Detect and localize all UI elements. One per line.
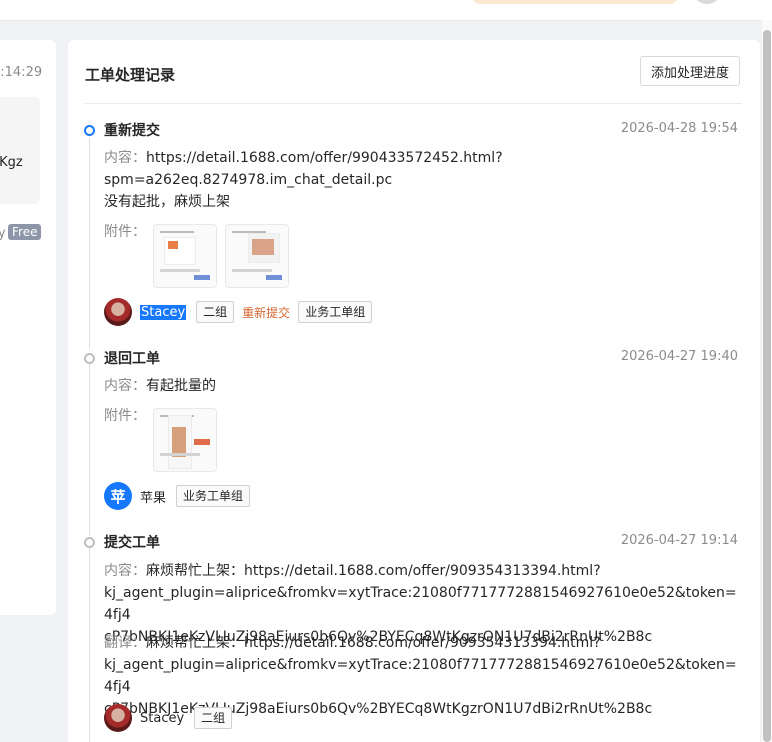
attachment-label: 附件：	[104, 408, 146, 424]
content-line: spm=a262eq.8274978.im_chat_detail.pc	[104, 172, 393, 188]
content-line: 有起批量的	[146, 378, 216, 394]
attachment-label: 附件：	[104, 224, 146, 240]
timeline-dot	[84, 537, 95, 548]
user-avatar	[104, 298, 132, 326]
user-name[interactable]: 苹果	[140, 487, 166, 506]
entry-content: 内容：有起批量的	[104, 375, 744, 397]
add-progress-button[interactable]: 添加处理进度	[640, 56, 740, 86]
entry-title: 退回工单	[104, 351, 160, 367]
left-time: 9:14:29	[0, 65, 43, 80]
entry-title: 提交工单	[104, 535, 160, 551]
entry-time: 2026-04-27 19:40	[620, 349, 738, 364]
user-name[interactable]: Stacey	[140, 711, 184, 726]
header-avatar[interactable]	[692, 0, 722, 4]
group-tag: 二组	[194, 707, 233, 729]
entry-title: 重新提交	[104, 123, 160, 139]
left-tag-fragment: y	[0, 226, 6, 241]
attachment-thumbnail[interactable]	[153, 408, 217, 472]
content-line: kj_agent_plugin=aliprice&fromkv=xytTrace…	[104, 585, 737, 623]
content-line: https://detail.1688.com/offer/9904335724…	[146, 150, 503, 166]
timeline-line	[89, 362, 90, 536]
attachment-thumbnail[interactable]	[153, 224, 217, 288]
user-row: Stacey 二组	[104, 704, 240, 732]
left-text-box	[0, 97, 40, 204]
group-tag: 业务工单组	[176, 485, 251, 507]
panel-title: 工单处理记录	[85, 66, 176, 84]
top-header	[0, 0, 772, 21]
entry-time: 2026-04-27 19:14	[620, 533, 738, 548]
translate-line: kj_agent_plugin=aliprice&fromkv=xytTrace…	[104, 657, 737, 695]
entry-time: 2026-04-28 19:54	[620, 121, 738, 136]
content-line: 麻烦帮忙上架：https://detail.1688.com/offer/909…	[146, 563, 601, 579]
status-text: 重新提交	[242, 305, 291, 320]
user-row: 苹 苹果 业务工单组	[104, 482, 258, 510]
content-label: 内容：	[104, 378, 146, 394]
work-order-records-panel: 工单处理记录 添加处理进度 重新提交 2026-04-28 19:54 内容：h…	[68, 40, 760, 742]
group-tag: 二组	[196, 301, 235, 323]
user-row: Stacey 二组 重新提交 业务工单组	[104, 298, 380, 326]
header-banner[interactable]	[472, 0, 678, 4]
content-line: 没有起批，麻烦上架	[104, 194, 230, 210]
attachment-thumbnail[interactable]	[225, 224, 289, 288]
timeline-line	[89, 546, 90, 742]
left-info-card: 9:14:29 tKgz y Free	[0, 40, 56, 615]
content-label: 内容：	[104, 563, 146, 579]
translate-line: 麻烦帮忙上架：https://detail.1688.com/offer/909…	[146, 635, 601, 651]
entry-content: 内容：https://detail.1688.com/offer/9904335…	[104, 147, 744, 213]
divider	[85, 103, 742, 104]
timeline-dot	[84, 353, 95, 364]
timeline-dot-active	[84, 125, 95, 136]
timeline-line	[89, 137, 90, 349]
user-avatar	[104, 704, 132, 732]
user-avatar: 苹	[104, 482, 132, 510]
group-tag: 业务工单组	[298, 301, 373, 323]
scrollbar-thumb[interactable]	[763, 30, 771, 742]
free-badge: Free	[8, 224, 42, 240]
user-name[interactable]: Stacey	[140, 304, 187, 320]
translate-label: 翻译：	[104, 635, 146, 651]
content-label: 内容：	[104, 150, 146, 166]
left-text: tKgz	[0, 155, 23, 170]
